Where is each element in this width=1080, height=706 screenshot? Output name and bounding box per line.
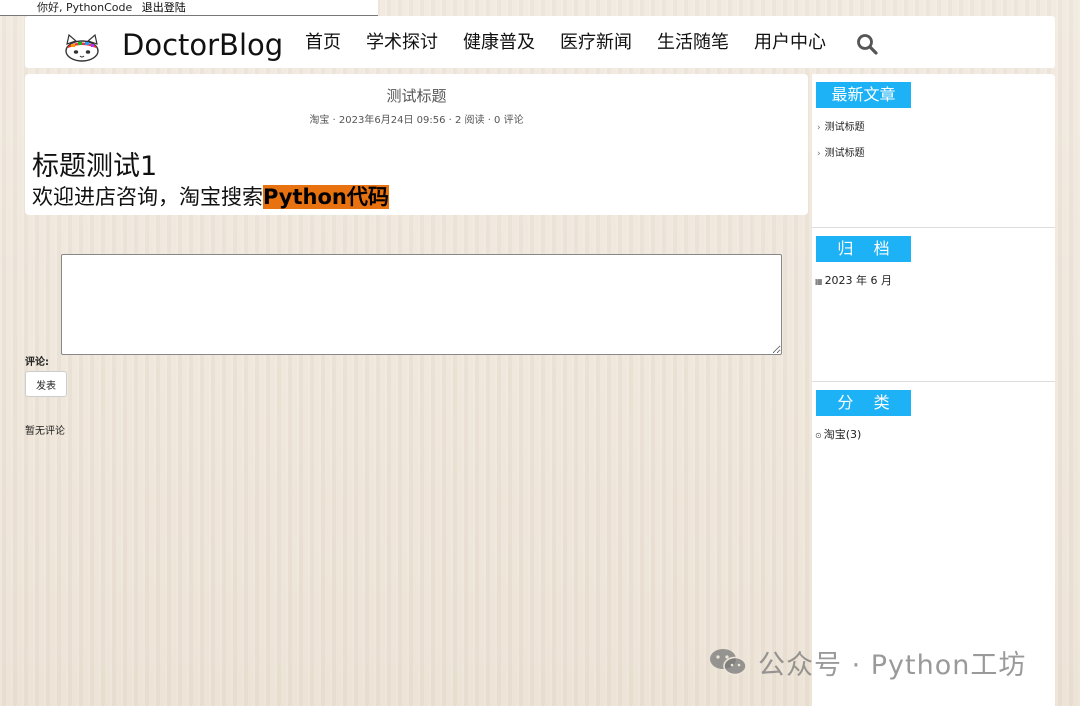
recent-post-label: 测试标题 xyxy=(824,122,865,133)
main-nav: 首页 学术探讨 健康普及 医疗新闻 生活随笔 用户中心 xyxy=(305,28,851,58)
nav-medical-news[interactable]: 医疗新闻 xyxy=(560,28,632,58)
recent-post-label: 测试标题 xyxy=(824,148,865,159)
wechat-icon xyxy=(710,649,747,676)
content-highlight: Python代码 xyxy=(263,185,389,209)
recent-posts-widget: 最新文章 › 测试标题 › 测试标题 xyxy=(812,74,1055,227)
recent-post-item[interactable]: › 测试标题 xyxy=(817,118,865,133)
chevron-right-icon: › xyxy=(817,149,821,159)
chevron-right-icon: › xyxy=(817,123,821,133)
recent-post-item[interactable]: › 测试标题 xyxy=(817,144,865,159)
user-status-bar: 你好, PythonCode 退出登陆 xyxy=(0,0,378,16)
article-card: 测试标题 淘宝 · 2023年6月24日 09:56 · 2 阅读 · 0 评论… xyxy=(25,74,808,215)
category-item-label: 淘宝(3) xyxy=(823,428,862,441)
nav-academic[interactable]: 学术探讨 xyxy=(366,28,438,58)
category-title: 分 类 xyxy=(816,390,911,416)
archive-widget: 归 档 ▦ 2023 年 6 月 xyxy=(812,228,1055,381)
watermark-text: 公众号 · Python工坊 xyxy=(758,649,1027,681)
submit-comment-button[interactable]: 发表 xyxy=(25,371,67,397)
archive-title: 归 档 xyxy=(816,236,911,262)
wechat-watermark: 公众号 · Python工坊 xyxy=(708,644,1027,681)
logout-link[interactable]: 退出登陆 xyxy=(142,1,186,14)
site-header: DoctorBlog 首页 学术探讨 健康普及 医疗新闻 生活随笔 用户中心 xyxy=(25,16,1055,68)
nav-home[interactable]: 首页 xyxy=(305,28,341,58)
site-brand[interactable]: DoctorBlog xyxy=(122,25,283,65)
article-title: 测试标题 xyxy=(386,87,447,105)
nav-life[interactable]: 生活随笔 xyxy=(657,28,729,58)
greeting-text: 你好, PythonCode xyxy=(37,1,133,14)
article-meta: 淘宝 · 2023年6月24日 09:56 · 2 阅读 · 0 评论 xyxy=(309,115,524,126)
search-icon[interactable] xyxy=(856,33,878,55)
cat-logo-icon[interactable] xyxy=(64,34,100,62)
nav-health[interactable]: 健康普及 xyxy=(463,28,535,58)
recent-posts-title: 最新文章 xyxy=(816,82,911,108)
category-item[interactable]: ⊙ 淘宝(3) xyxy=(815,426,861,442)
comment-input[interactable] xyxy=(61,254,782,355)
article-content: 欢迎进店咨询，淘宝搜索Python代码 xyxy=(32,181,389,211)
archive-item[interactable]: ▦ 2023 年 6 月 xyxy=(815,272,892,288)
nav-user-center[interactable]: 用户中心 xyxy=(754,28,826,58)
circle-bullet-icon: ⊙ xyxy=(815,431,822,440)
content-text: 欢迎进店咨询，淘宝搜索 xyxy=(32,185,263,209)
article-heading: 标题测试1 xyxy=(32,151,158,182)
comment-label: 评论: xyxy=(25,357,49,368)
sidebar: 最新文章 › 测试标题 › 测试标题 归 档 ▦ 2023 年 6 月 分 类 ⊙ 淘宝… xyxy=(812,74,1055,706)
no-comments-text: 暂无评论 xyxy=(25,426,65,437)
archive-item-label: 2023 年 6 月 xyxy=(824,274,893,287)
archive-box-icon: ▦ xyxy=(815,277,823,286)
